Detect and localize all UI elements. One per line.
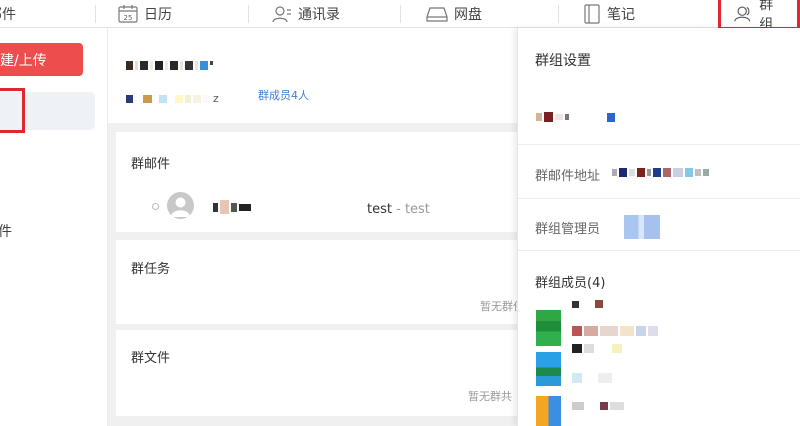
nav-disk[interactable]: 网盘 <box>426 0 482 28</box>
group-tasks-card: 群任务 暂无群任 <box>116 240 536 324</box>
member-name-mosaic <box>572 344 622 353</box>
calendar-icon: 25 <box>118 5 138 23</box>
avatar <box>167 192 194 219</box>
panel-divider <box>518 198 800 199</box>
nav-contacts[interactable]: 通讯录 <box>272 0 340 28</box>
member-avatar-mosaic[interactable] <box>536 396 561 426</box>
default-avatar-icon <box>171 197 190 217</box>
top-nav: 邮件 25 日历 通讯录 网盘 <box>0 0 800 33</box>
nav-separator <box>95 5 96 23</box>
nav-separator <box>248 5 249 23</box>
files-empty-text: 暂无群共 <box>468 390 512 403</box>
panel-title: 群组设置 <box>535 53 591 69</box>
panel-divider <box>518 250 800 251</box>
nav-notes-label: 笔记 <box>607 7 635 23</box>
member-detail-mosaic <box>572 326 658 336</box>
member-detail-mosaic <box>572 373 612 383</box>
mail-subject[interactable]: test - test <box>367 202 430 217</box>
contacts-icon <box>272 6 291 23</box>
mail-subject-text: test <box>367 202 392 217</box>
group-tasks-title: 群任务 <box>131 262 171 277</box>
nav-mail-label: 邮件 <box>0 7 16 23</box>
admin-avatar-mosaic <box>624 215 660 239</box>
nav-calendar[interactable]: 25 日历 <box>118 0 172 28</box>
nav-notes[interactable]: 笔记 <box>583 0 635 28</box>
mail-address-label: 群邮件地址 <box>535 169 601 184</box>
group-name-mosaic <box>126 60 213 70</box>
member-avatar-mosaic[interactable] <box>536 352 561 386</box>
member-name-mosaic <box>572 402 624 410</box>
mail-subject-sub: test <box>404 202 430 217</box>
panel-divider <box>518 144 800 145</box>
member-name-mosaic <box>572 300 603 308</box>
members-label: 群组成员(4) <box>535 276 606 291</box>
svg-text:25: 25 <box>124 14 133 22</box>
group-mail-card: 群邮件 test - test <box>116 132 536 232</box>
group-id-mosaic: z <box>126 92 219 105</box>
admin-label: 群组管理员 <box>535 222 601 237</box>
sidebar-item-label: 件 <box>0 224 12 240</box>
sidebar: 建/上传 件 <box>0 28 108 426</box>
nav-mail[interactable]: 邮件 <box>0 0 16 28</box>
nav-contacts-label: 通讯录 <box>298 7 340 23</box>
member-avatar-mosaic[interactable] <box>536 310 561 346</box>
group-files-title: 群文件 <box>131 351 171 366</box>
nav-calendar-label: 日历 <box>144 7 172 23</box>
group-name-mosaic <box>536 112 615 122</box>
nav-separator <box>400 5 401 23</box>
nav-groups[interactable]: 群组 <box>718 0 800 33</box>
nav-disk-label: 网盘 <box>454 7 482 23</box>
upload-button-label: 建/上传 <box>0 52 47 69</box>
mail-select-radio[interactable] <box>152 203 159 210</box>
highlight-box <box>0 88 25 133</box>
sender-name-mosaic <box>213 200 251 214</box>
notes-icon <box>584 4 600 24</box>
member-count-link[interactable]: 群成员4人 <box>258 87 309 103</box>
group-mail-title: 群邮件 <box>131 157 171 172</box>
group-id-fragment: z <box>213 92 219 105</box>
upload-button[interactable]: 建/上传 <box>0 43 83 76</box>
group-settings-panel: 群组设置 群邮件地址 群组管理员 群组成员(4) <box>517 28 800 426</box>
disk-icon <box>426 7 448 22</box>
mail-address-mosaic <box>612 168 709 177</box>
groups-icon <box>734 6 751 22</box>
nav-separator <box>558 5 559 23</box>
group-files-card: 群文件 暂无群共 <box>116 330 536 416</box>
